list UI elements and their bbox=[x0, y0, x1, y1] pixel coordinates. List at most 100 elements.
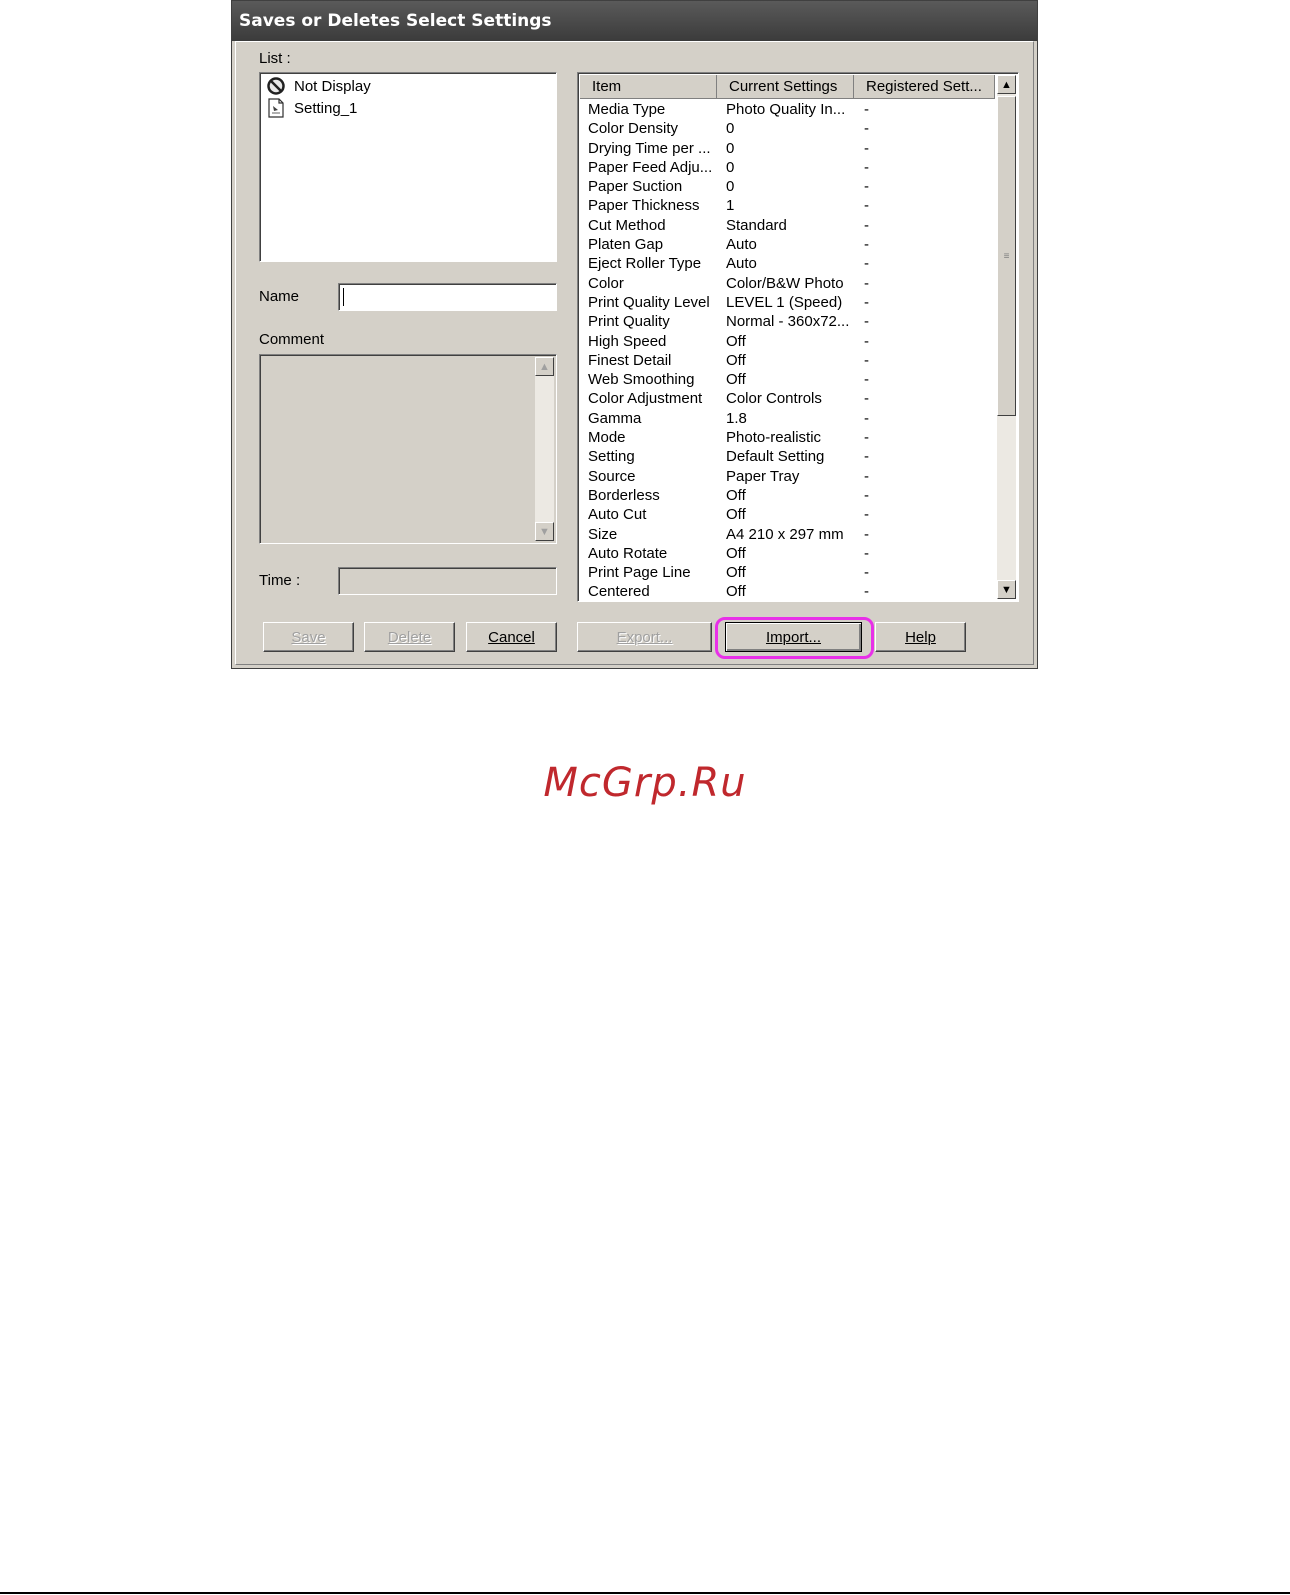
name-input[interactable] bbox=[338, 283, 557, 311]
cancel-button[interactable]: Cancel bbox=[466, 622, 557, 652]
cell-item: Paper Suction bbox=[588, 178, 683, 196]
cell-current-setting: Paper Tray bbox=[726, 467, 800, 485]
cell-registered-setting: - bbox=[864, 101, 869, 118]
table-row[interactable]: Source Paper Tray - bbox=[580, 467, 995, 486]
cell-current-setting: Normal - 360x72... bbox=[726, 313, 850, 331]
chevron-down-icon[interactable]: ▼ bbox=[997, 580, 1016, 599]
cell-registered-setting: - bbox=[864, 216, 869, 234]
cell-item: Gamma bbox=[588, 409, 642, 427]
table-row[interactable]: Finest Detail Off - bbox=[580, 351, 995, 370]
cell-current-setting: Off bbox=[726, 544, 746, 562]
settings-file-icon bbox=[266, 98, 286, 118]
table-row[interactable]: Color Color/B&W Photo - bbox=[580, 274, 995, 293]
table-scrollbar[interactable]: ▲ ≡ ▼ bbox=[997, 75, 1016, 599]
cell-registered-setting: - bbox=[864, 255, 869, 273]
time-label: Time : bbox=[259, 572, 301, 589]
cell-item: Auto Cut bbox=[588, 506, 647, 524]
table-row[interactable]: Media Type Photo Quality In... - bbox=[580, 100, 995, 119]
settings-list[interactable]: Not Display Setting_1 bbox=[259, 72, 557, 262]
table-body: Media Type Photo Quality In... - Color Dens… bbox=[580, 100, 995, 596]
cell-item: Eject Roller Type bbox=[588, 255, 702, 273]
cell-registered-setting: - bbox=[864, 371, 869, 389]
table-row[interactable]: Print Quality Level LEVEL 1 (Speed) - bbox=[580, 293, 995, 312]
cell-item: Web Smoothing bbox=[588, 371, 695, 389]
watermark: McGrp.Ru bbox=[543, 760, 747, 806]
table-row[interactable]: Print Page Line Off - bbox=[580, 563, 995, 582]
list-item-label: Setting_1 bbox=[294, 99, 358, 117]
chevron-up-icon[interactable]: ▲ bbox=[535, 357, 554, 376]
table-row[interactable]: Setting Default Setting - bbox=[580, 447, 995, 466]
cell-current-setting: Off bbox=[726, 564, 746, 582]
time-field bbox=[338, 567, 557, 595]
column-header-current-settings[interactable]: Current Settings bbox=[717, 75, 854, 99]
list-item-setting-1[interactable]: Setting_1 bbox=[266, 97, 357, 119]
table-row[interactable]: Web Smoothing Off - bbox=[580, 370, 995, 389]
chevron-down-icon[interactable]: ▼ bbox=[535, 522, 554, 541]
cell-registered-setting: - bbox=[864, 467, 869, 485]
cell-current-setting: Color/B&W Photo bbox=[726, 274, 844, 292]
comment-scrollbar[interactable]: ▲ ▼ bbox=[535, 357, 554, 541]
cell-current-setting: Off bbox=[726, 371, 746, 389]
cell-item: Print Quality bbox=[588, 313, 670, 331]
table-row[interactable]: Paper Thickness 1 - bbox=[580, 196, 995, 215]
comment-label: Comment bbox=[259, 331, 325, 348]
cell-item: Setting bbox=[588, 448, 635, 466]
page-bottom-rule bbox=[0, 1592, 1290, 1594]
cell-item: Media Type bbox=[588, 101, 666, 118]
cell-current-setting: Off bbox=[726, 583, 746, 596]
cell-current-setting: Photo-realistic bbox=[726, 429, 822, 447]
cell-registered-setting: - bbox=[864, 236, 869, 254]
cell-item: Mode bbox=[588, 429, 626, 447]
table-row[interactable]: Auto Cut Off - bbox=[580, 505, 995, 524]
import-highlight-frame bbox=[715, 617, 874, 659]
cell-item: Print Quality Level bbox=[588, 293, 710, 311]
cell-current-setting: LEVEL 1 (Speed) bbox=[726, 293, 843, 311]
cell-current-setting: Off bbox=[726, 486, 746, 504]
cell-registered-setting: - bbox=[864, 274, 869, 292]
chevron-up-icon[interactable]: ▲ bbox=[997, 75, 1016, 94]
table-row[interactable]: Gamma 1.8 - bbox=[580, 409, 995, 428]
settings-table[interactable]: Item Current Settings Registered Sett...… bbox=[577, 72, 1019, 602]
scrollbar-thumb[interactable]: ≡ bbox=[997, 96, 1016, 416]
cell-item: Size bbox=[588, 525, 618, 543]
settings-dialog: Saves or Deletes Select Settings List : … bbox=[231, 0, 1038, 669]
table-row[interactable]: Platen Gap Auto - bbox=[580, 235, 995, 254]
table-row[interactable]: Mode Photo-realistic - bbox=[580, 428, 995, 447]
list-label: List : bbox=[259, 50, 291, 67]
table-row[interactable]: Paper Feed Adju... 0 - bbox=[580, 158, 995, 177]
cell-registered-setting: - bbox=[864, 158, 869, 176]
cell-item: Centered bbox=[588, 583, 650, 596]
cell-current-setting: Default Setting bbox=[726, 448, 825, 466]
cell-registered-setting: - bbox=[864, 139, 869, 157]
table-row[interactable]: Color Adjustment Color Controls - bbox=[580, 389, 995, 408]
cell-registered-setting: - bbox=[864, 390, 869, 408]
comment-textarea[interactable]: ▲ ▼ bbox=[259, 354, 557, 544]
delete-button[interactable]: Delete bbox=[364, 622, 455, 652]
export-button[interactable]: Export... bbox=[577, 622, 712, 652]
table-row[interactable]: Print Quality Normal - 360x72... - bbox=[580, 312, 995, 331]
save-button[interactable]: Save bbox=[263, 622, 354, 652]
list-item-not-display[interactable]: Not Display bbox=[266, 75, 371, 97]
table-row[interactable]: Auto Rotate Off - bbox=[580, 544, 995, 563]
cell-registered-setting: - bbox=[864, 293, 869, 311]
column-header-registered-settings[interactable]: Registered Sett... bbox=[854, 75, 995, 99]
cell-registered-setting: - bbox=[864, 564, 869, 582]
cell-current-setting: Auto bbox=[726, 255, 757, 273]
table-row[interactable]: Color Density 0 - bbox=[580, 119, 995, 138]
cell-registered-setting: - bbox=[864, 409, 869, 427]
table-row[interactable]: Borderless Off - bbox=[580, 486, 995, 505]
column-header-item[interactable]: Item bbox=[580, 75, 717, 99]
cell-current-setting: 1.8 bbox=[726, 409, 747, 427]
table-row[interactable]: Size A4 210 x 297 mm - bbox=[580, 525, 995, 544]
cell-registered-setting: - bbox=[864, 197, 869, 215]
table-row[interactable]: Eject Roller Type Auto - bbox=[580, 254, 995, 273]
table-row[interactable]: Centered Off - bbox=[580, 582, 995, 596]
table-row[interactable]: High Speed Off - bbox=[580, 332, 995, 351]
table-row[interactable]: Drying Time per ... 0 - bbox=[580, 139, 995, 158]
cell-item: Platen Gap bbox=[588, 236, 664, 254]
table-row[interactable]: Cut Method Standard - bbox=[580, 216, 995, 235]
help-button[interactable]: Help bbox=[875, 622, 966, 652]
cell-registered-setting: - bbox=[864, 332, 869, 350]
cell-current-setting: Standard bbox=[726, 216, 787, 234]
table-row[interactable]: Paper Suction 0 - bbox=[580, 177, 995, 196]
